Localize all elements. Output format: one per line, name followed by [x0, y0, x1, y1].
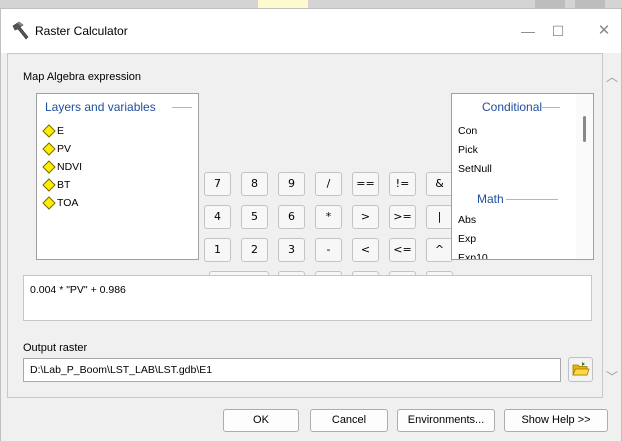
layer-item[interactable]: E [42, 122, 64, 140]
layer-item-label: TOA [57, 197, 79, 209]
layer-item-label: E [57, 125, 65, 137]
conditional-group-title: Conditional [482, 100, 543, 114]
tool-item-setnull[interactable]: SetNull [458, 163, 492, 175]
tool-item-abs[interactable]: Abs [458, 214, 476, 226]
background-block [535, 0, 565, 8]
layer-item-label: BT [57, 179, 71, 191]
background-block [575, 0, 605, 8]
show-help-button[interactable]: Show Help >> [504, 409, 608, 432]
hammer-icon [12, 21, 29, 40]
keypad-key[interactable]: / [315, 172, 342, 196]
layer-item[interactable]: TOA [42, 194, 78, 212]
layer-item-label: PV [57, 143, 72, 155]
title-bar[interactable]: Raster Calculator — ☐ ✕ [1, 9, 621, 53]
keypad-key[interactable]: != [389, 172, 416, 196]
ok-button[interactable]: OK [223, 409, 299, 432]
raster-calculator-dialog: Raster Calculator — ☐ ✕ Map Algebra expr… [0, 8, 622, 441]
tool-item-con[interactable]: Con [458, 125, 477, 137]
minimize-button[interactable]: — [513, 19, 543, 43]
divider [542, 107, 560, 108]
math-group-title: Math [477, 192, 504, 206]
keypad-key[interactable]: | [426, 205, 453, 229]
scrollbar-thumb[interactable] [583, 116, 586, 142]
keypad-key[interactable]: == [352, 172, 379, 196]
browse-button[interactable] [568, 357, 593, 382]
output-raster-value: D:\Lab_P_Boom\LST_LAB\LST.gdb\E1 [30, 364, 213, 376]
layer-item[interactable]: BT [42, 176, 70, 194]
keypad-key[interactable]: * [315, 205, 342, 229]
layer-item[interactable]: NDVI [42, 158, 82, 176]
tools-list-scrollbar[interactable] [576, 94, 593, 259]
dialog-scrollbar[interactable]: ︿ ﹀ [603, 53, 621, 398]
keypad-key[interactable]: 4 [204, 205, 231, 229]
keypad-key[interactable]: <= [389, 238, 416, 262]
keypad-key[interactable]: 2 [241, 238, 268, 262]
scroll-down-arrow[interactable]: ﹀ [605, 371, 619, 383]
dialog-button-bar: OK Cancel Environments... Show Help >> [1, 398, 621, 441]
keypad-key[interactable]: 5 [241, 205, 268, 229]
yellow-diamond-icon [42, 142, 56, 156]
keypad-key[interactable]: ^ [426, 238, 453, 262]
keypad-key[interactable]: - [315, 238, 342, 262]
output-raster-label: Output raster [23, 342, 88, 354]
divider [506, 199, 558, 200]
keypad-key[interactable]: 9 [278, 172, 305, 196]
background-highlight [258, 0, 308, 8]
yellow-diamond-icon [42, 178, 56, 192]
window-title: Raster Calculator [35, 24, 128, 38]
scroll-up-arrow[interactable]: ︿ [605, 71, 619, 83]
tools-list[interactable]: Conditional Con Pick SetNull Math Abs Ex… [451, 93, 594, 260]
keypad-key[interactable]: > [352, 205, 379, 229]
keypad-key[interactable]: 6 [278, 205, 305, 229]
layer-item-label: NDVI [57, 161, 83, 173]
keypad-key[interactable]: & [426, 172, 453, 196]
layers-and-variables-list[interactable]: Layers and variables E PV NDVI BT TOA [36, 93, 199, 260]
expression-textbox[interactable]: 0.004 * "PV" + 0.986 [23, 275, 592, 321]
layer-item[interactable]: PV [42, 140, 71, 158]
keypad-key[interactable]: >= [389, 205, 416, 229]
keypad-key[interactable]: 1 [204, 238, 231, 262]
cancel-button[interactable]: Cancel [310, 409, 388, 432]
divider [172, 107, 192, 108]
tool-item-pick[interactable]: Pick [458, 144, 478, 156]
keypad-key[interactable]: < [352, 238, 379, 262]
keypad-key[interactable]: 8 [241, 172, 268, 196]
dialog-content: Map Algebra expression Layers and variab… [7, 53, 603, 398]
yellow-diamond-icon [42, 124, 56, 138]
expression-section-label: Map Algebra expression [23, 71, 142, 83]
background-window-strip [0, 0, 622, 8]
yellow-diamond-icon [42, 196, 56, 210]
maximize-button[interactable]: ☐ [543, 19, 573, 43]
environments-button[interactable]: Environments... [397, 409, 495, 432]
keypad-key[interactable]: 3 [278, 238, 305, 262]
yellow-diamond-icon [42, 160, 56, 174]
open-folder-icon [572, 362, 590, 376]
output-raster-field[interactable]: D:\Lab_P_Boom\LST_LAB\LST.gdb\E1 [23, 358, 561, 382]
expression-value: 0.004 * "PV" + 0.986 [30, 284, 126, 296]
tool-item-exp[interactable]: Exp [458, 233, 476, 245]
tool-item-exp10[interactable]: Exp10 [458, 252, 488, 259]
keypad-key[interactable]: 7 [204, 172, 231, 196]
close-button[interactable]: ✕ [589, 19, 619, 43]
layers-list-title: Layers and variables [45, 100, 156, 114]
